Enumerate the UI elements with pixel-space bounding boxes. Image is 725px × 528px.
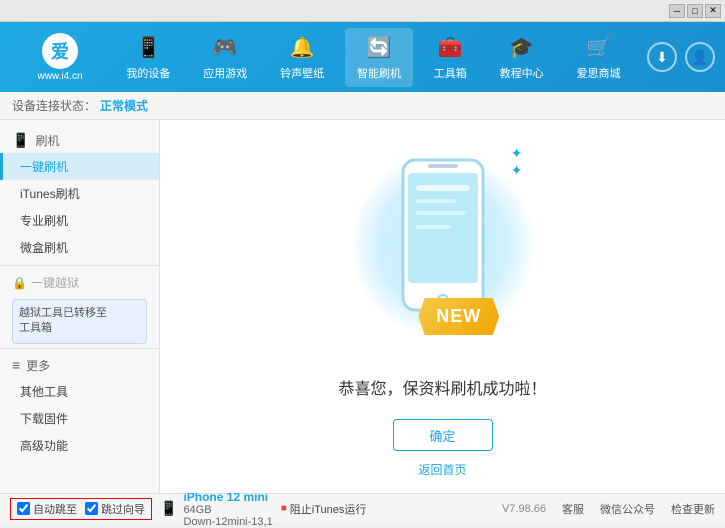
flash-section-icon: 📱 bbox=[12, 132, 29, 149]
title-bar: ─ □ ✕ bbox=[0, 0, 725, 22]
more-section-label: 更多 bbox=[26, 357, 50, 374]
nav-label-toolbox: 工具箱 bbox=[434, 65, 467, 81]
phone-illustration: NEW ✦✦ bbox=[343, 135, 543, 355]
maximize-btn[interactable]: □ bbox=[687, 4, 703, 18]
apps-games-icon: 🎮 bbox=[211, 34, 239, 62]
close-btn[interactable]: ✕ bbox=[705, 4, 721, 18]
wechat-link[interactable]: 微信公众号 bbox=[600, 501, 655, 517]
sidebar-section-flash[interactable]: 📱 刷机 bbox=[0, 128, 159, 153]
logo-area[interactable]: 爱 www.i4.cn bbox=[10, 33, 110, 82]
nav-item-toolbox[interactable]: 🧰 工具箱 bbox=[422, 28, 479, 87]
shop-icon: 🛒 bbox=[584, 34, 612, 62]
nav-item-apps-games[interactable]: 🎮 应用游戏 bbox=[191, 28, 259, 87]
auto-start-checkbox[interactable] bbox=[17, 502, 30, 515]
sidebar-item-save-flash[interactable]: 微盒刷机 bbox=[0, 234, 159, 261]
nav-label-smart-flash: 智能刷机 bbox=[357, 65, 401, 81]
stop-icon: ■ bbox=[281, 503, 287, 514]
confirm-button[interactable]: 确定 bbox=[393, 419, 493, 451]
sidebar-divider-2 bbox=[0, 348, 159, 349]
ringtones-icon: 🔔 bbox=[288, 34, 316, 62]
tutorials-icon: 🎓 bbox=[508, 34, 536, 62]
device-info: 📱 iPhone 12 mini 64GB Down-12mini-13,1 bbox=[160, 490, 273, 528]
sidebar-item-itunes-flash[interactable]: iTunes刷机 bbox=[0, 180, 159, 207]
sidebar-section-more[interactable]: ≡ 更多 bbox=[0, 353, 159, 378]
success-text: 恭喜您，保资料刷机成功啦！ bbox=[338, 375, 546, 399]
nav-label-apps-games: 应用游戏 bbox=[203, 65, 247, 81]
bottom-right: V7.98.66 客服 微信公众号 检查更新 bbox=[502, 501, 715, 517]
sidebar-item-other-tools[interactable]: 其他工具 bbox=[0, 378, 159, 405]
bottom-left: 自动跳至 跳过向导 📱 iPhone 12 mini 64GB Down-12m… bbox=[10, 490, 366, 528]
status-bar: 设备连接状态： 正常模式 bbox=[0, 92, 725, 120]
skip-wizard-checkbox[interactable] bbox=[85, 502, 98, 515]
content-area: NEW ✦✦ 恭喜您，保资料刷机成功啦！ 确定 返回首页 bbox=[160, 120, 725, 493]
toolbox-icon: 🧰 bbox=[436, 34, 464, 62]
nav-item-ringtones[interactable]: 🔔 铃声壁纸 bbox=[268, 28, 336, 87]
sidebar-item-download-firmware[interactable]: 下载固件 bbox=[0, 405, 159, 432]
my-device-icon: 📱 bbox=[134, 34, 162, 62]
main-layout: 📱 刷机 一键刷机 iTunes刷机 专业刷机 微盒刷机 🔒 一键越狱 越狱工具… bbox=[0, 120, 725, 493]
version-text: V7.98.66 bbox=[502, 503, 546, 515]
sidebar-divider-1 bbox=[0, 265, 159, 266]
device-storage: 64GB bbox=[183, 504, 272, 516]
auto-start-label: 自动跳至 bbox=[33, 501, 77, 517]
new-badge: NEW bbox=[418, 298, 499, 335]
nav-label-my-device: 我的设备 bbox=[126, 65, 170, 81]
sidebar-item-one-key-flash[interactable]: 一键刷机 bbox=[0, 153, 159, 180]
sparkles: ✦✦ bbox=[511, 145, 523, 179]
sidebar: 📱 刷机 一键刷机 iTunes刷机 专业刷机 微盒刷机 🔒 一键越狱 越狱工具… bbox=[0, 120, 160, 493]
stop-itunes-label: 阻止iTunes运行 bbox=[290, 501, 367, 517]
nav-label-shop: 爱思商城 bbox=[576, 65, 620, 81]
lock-icon: 🔒 bbox=[12, 276, 27, 290]
stop-itunes-btn[interactable]: ■ 阻止iTunes运行 bbox=[281, 501, 367, 517]
device-system: Down-12mini-13,1 bbox=[183, 516, 272, 528]
nav-label-ringtones: 铃声壁纸 bbox=[280, 65, 324, 81]
customer-service-link[interactable]: 客服 bbox=[562, 501, 584, 517]
bottom-bar: 自动跳至 跳过向导 📱 iPhone 12 mini 64GB Down-12m… bbox=[0, 493, 725, 523]
checkbox-group: 自动跳至 跳过向导 bbox=[10, 498, 152, 520]
skip-wizard-label: 跳过向导 bbox=[101, 501, 145, 517]
flash-section-label: 刷机 bbox=[35, 132, 59, 149]
status-label: 设备连接状态： bbox=[12, 97, 96, 114]
device-details-block: iPhone 12 mini 64GB Down-12mini-13,1 bbox=[183, 490, 272, 528]
skip-wizard-checkbox-item[interactable]: 跳过向导 bbox=[85, 501, 145, 517]
header-right: ⬇ 👤 bbox=[647, 42, 715, 72]
nav-item-smart-flash[interactable]: 🔄 智能刷机 bbox=[345, 28, 413, 87]
header: 爱 www.i4.cn 📱 我的设备 🎮 应用游戏 🔔 铃声壁纸 🔄 智能刷机 … bbox=[0, 22, 725, 92]
window-controls[interactable]: ─ □ ✕ bbox=[669, 4, 721, 18]
more-section-icon: ≡ bbox=[12, 357, 20, 373]
nav-item-my-device[interactable]: 📱 我的设备 bbox=[114, 28, 182, 87]
device-icon: 📱 bbox=[160, 500, 177, 517]
check-update-link[interactable]: 检查更新 bbox=[671, 501, 715, 517]
sidebar-item-pro-flash[interactable]: 专业刷机 bbox=[0, 207, 159, 234]
logo-icon: 爱 bbox=[42, 33, 78, 69]
sidebar-item-advanced[interactable]: 高级功能 bbox=[0, 432, 159, 459]
minimize-btn[interactable]: ─ bbox=[669, 4, 685, 18]
nav-item-shop[interactable]: 🛒 爱思商城 bbox=[564, 28, 632, 87]
smart-flash-icon: 🔄 bbox=[365, 34, 393, 62]
download-btn[interactable]: ⬇ bbox=[647, 42, 677, 72]
sidebar-section-jailbreak: 🔒 一键越狱 bbox=[0, 270, 159, 295]
user-btn[interactable]: 👤 bbox=[685, 42, 715, 72]
jailbreak-label: 一键越狱 bbox=[31, 274, 79, 291]
nav-item-tutorials[interactable]: 🎓 教程中心 bbox=[488, 28, 556, 87]
nav-items: 📱 我的设备 🎮 应用游戏 🔔 铃声壁纸 🔄 智能刷机 🧰 工具箱 🎓 教程中心… bbox=[110, 28, 637, 87]
home-link[interactable]: 返回首页 bbox=[418, 461, 466, 478]
nav-label-tutorials: 教程中心 bbox=[500, 65, 544, 81]
phone-svg bbox=[398, 155, 488, 315]
logo-text: www.i4.cn bbox=[37, 71, 82, 82]
auto-start-checkbox-item[interactable]: 自动跳至 bbox=[17, 501, 77, 517]
status-value: 正常模式 bbox=[100, 97, 148, 114]
sidebar-notice: 越狱工具已转移至工具箱 bbox=[12, 299, 147, 344]
